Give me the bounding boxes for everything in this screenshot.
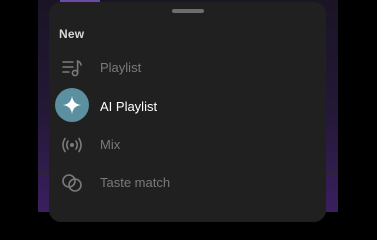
menu-item-label: Mix (100, 137, 121, 152)
menu-item-label: Playlist (100, 60, 142, 75)
create-bottom-sheet: New Playlist AI Playlist Mix Taste match (49, 2, 326, 222)
menu-item-mix[interactable]: Mix (49, 127, 326, 165)
menu-item-label: AI Playlist (100, 99, 158, 114)
menu-item-playlist[interactable]: Playlist (49, 50, 326, 88)
broadcast-icon (56, 129, 88, 161)
overlapping-circles-icon (56, 167, 88, 199)
sheet-title: New (59, 27, 85, 41)
sparkle-icon (55, 88, 89, 122)
playlist-icon (56, 52, 88, 84)
menu-item-taste-match[interactable]: Taste match (49, 165, 326, 203)
menu-item-ai-playlist[interactable]: AI Playlist (49, 88, 326, 126)
drag-handle[interactable] (172, 9, 204, 13)
menu-item-label: Taste match (100, 175, 171, 190)
